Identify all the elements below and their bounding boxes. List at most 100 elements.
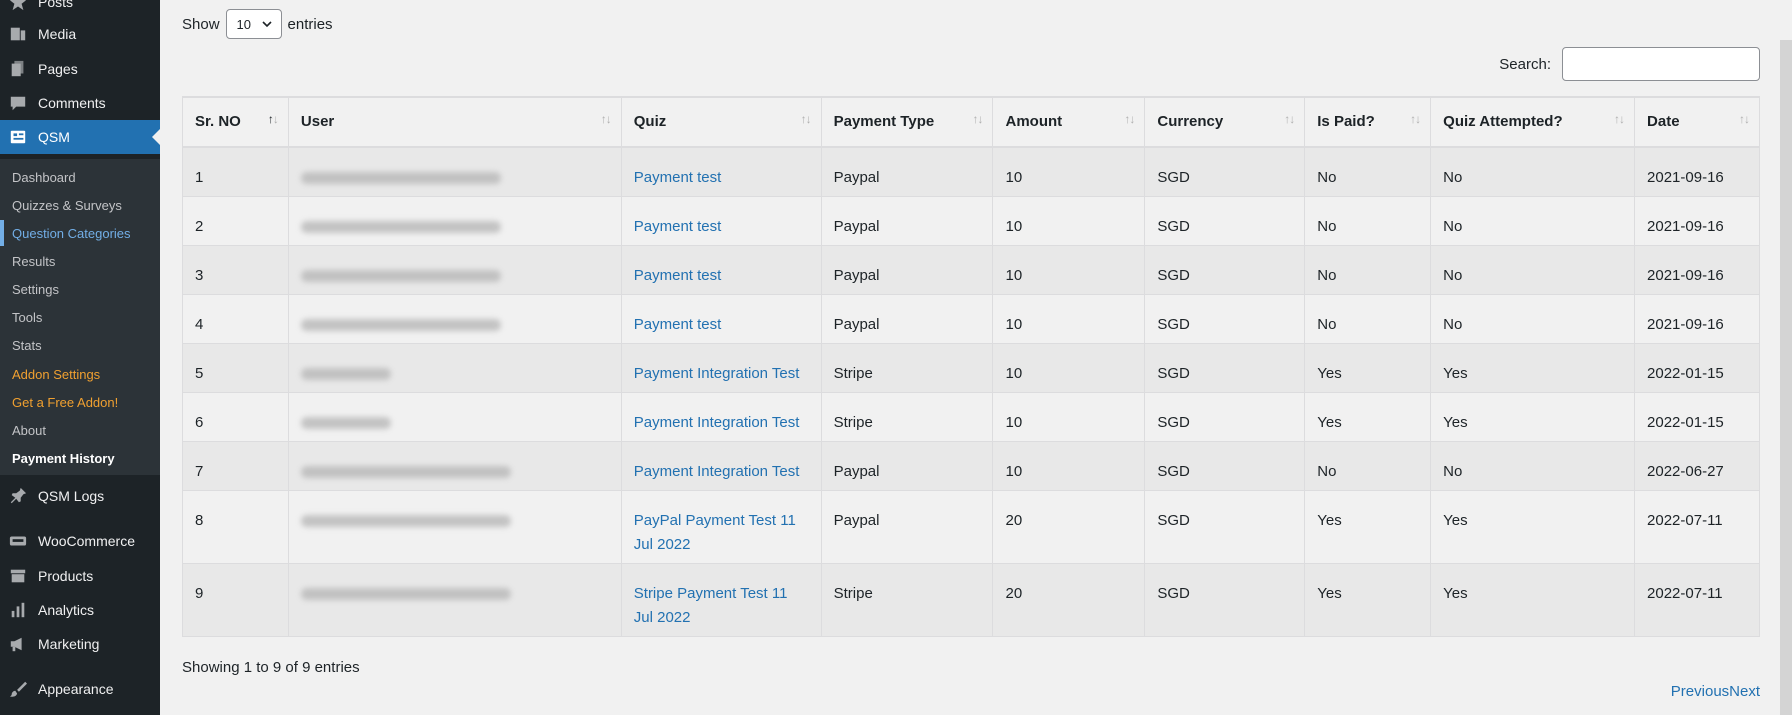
cell-payment-type: Paypal: [820, 489, 994, 564]
menu-marketing[interactable]: Marketing: [0, 632, 160, 656]
table-row: 8 PayPal Payment Test 11 Jul 2022 Paypal 20…: [182, 489, 1760, 564]
submenu-dashboard[interactable]: Dashboard: [0, 164, 160, 190]
cell-quiz-attempted: No: [1430, 146, 1636, 197]
menu-qsm-label: QSM: [38, 129, 70, 145]
quiz-link[interactable]: Payment Integration Test: [634, 414, 800, 431]
menu-qsm[interactable]: QSM: [0, 120, 160, 154]
menu-pages[interactable]: Pages: [0, 57, 160, 81]
redacted-user-email: [300, 220, 501, 233]
submenu-question-categories[interactable]: Question Categories: [0, 220, 160, 246]
menu-comments-label: Comments: [38, 95, 106, 111]
cell-is-paid: No: [1304, 244, 1432, 295]
cell-sr-no: 5: [182, 342, 289, 393]
quiz-link[interactable]: Payment test: [634, 316, 722, 333]
pin-icon: [8, 0, 28, 12]
submenu-free-addon[interactable]: Get a Free Addon!: [0, 389, 160, 415]
cell-is-paid: No: [1304, 195, 1432, 246]
cell-amount: 20: [992, 489, 1146, 564]
submenu-payment-history[interactable]: Payment History: [0, 445, 160, 471]
menu-media[interactable]: Media: [0, 22, 160, 46]
menu-analytics[interactable]: Analytics: [0, 598, 160, 622]
cell-sr-no: 2: [182, 195, 289, 246]
header-sr-no[interactable]: Sr. NO ↑↓: [182, 96, 289, 148]
media-icon: [8, 24, 28, 44]
submenu-results[interactable]: Results: [0, 248, 160, 274]
woocommerce-icon: [8, 531, 28, 551]
show-label: Show: [182, 15, 220, 33]
menu-posts[interactable]: Posts: [0, 0, 160, 12]
cell-is-paid: Yes: [1304, 489, 1432, 564]
header-currency[interactable]: Currency ↑↓: [1144, 96, 1306, 148]
menu-products[interactable]: Products: [0, 564, 160, 588]
cell-is-paid: No: [1304, 440, 1432, 491]
header-is-paid[interactable]: Is Paid? ↑↓: [1304, 96, 1432, 148]
table-row: 6 Payment Integration Test Stripe 10 SGD Yes Y…: [182, 391, 1760, 442]
submenu-addon-settings[interactable]: Addon Settings: [0, 361, 160, 387]
next-button[interactable]: Next: [1729, 683, 1760, 700]
submenu-quizzes-surveys[interactable]: Quizzes & Surveys: [0, 192, 160, 218]
table-row: 4 Payment test Paypal 10 SGD No No 2021-09-16: [182, 293, 1760, 344]
cell-quiz-attempted: Yes: [1430, 342, 1636, 393]
current-menu-arrow: [152, 129, 160, 145]
sort-icon: ↑↓: [1124, 112, 1135, 126]
entries-length-select[interactable]: 10: [225, 9, 282, 39]
cell-currency: SGD: [1144, 489, 1306, 564]
quiz-link[interactable]: PayPal Payment Test 11 Jul 2022: [634, 512, 796, 553]
quiz-link[interactable]: Stripe Payment Test 11 Jul 2022: [634, 585, 788, 626]
header-quiz[interactable]: Quiz ↑↓: [620, 96, 822, 148]
cell-sr-no: 9: [182, 562, 289, 637]
cell-quiz: Payment Integration Test: [620, 391, 822, 442]
cell-quiz: Payment test: [620, 293, 822, 344]
payment-history-table: Sr. NO ↑↓ User ↑↓ Quiz ↑↓ Payment Type ↑↓ Am…: [182, 96, 1760, 637]
bar-chart-icon: [8, 600, 28, 620]
redacted-user-email: [300, 318, 501, 331]
menu-appearance[interactable]: Appearance: [0, 677, 160, 701]
header-user[interactable]: User ↑↓: [287, 96, 622, 148]
header-amount[interactable]: Amount ↑↓: [992, 96, 1146, 148]
cell-date: 2021-09-16: [1634, 195, 1760, 246]
previous-button[interactable]: Previous: [1671, 683, 1729, 700]
entries-length-control: Show 10 entries: [182, 9, 333, 39]
cell-quiz: Payment test: [620, 195, 822, 246]
menu-woocommerce-label: WooCommerce: [38, 533, 135, 549]
submenu-tools[interactable]: Tools: [0, 304, 160, 330]
menu-comments[interactable]: Comments: [0, 91, 160, 115]
submenu-settings[interactable]: Settings: [0, 276, 160, 302]
quiz-link[interactable]: Payment test: [634, 169, 722, 186]
redacted-user-email: [300, 172, 501, 184]
cell-is-paid: No: [1304, 293, 1432, 344]
cell-sr-no: 7: [182, 440, 289, 491]
cell-payment-type: Stripe: [820, 562, 994, 637]
table-search: Search:: [1499, 47, 1760, 81]
cell-currency: SGD: [1144, 440, 1306, 491]
quiz-link[interactable]: Payment Integration Test: [634, 365, 800, 382]
header-quiz-attempted[interactable]: Quiz Attempted? ↑↓: [1430, 96, 1636, 148]
redacted-user-email: [300, 416, 391, 429]
cell-user: [287, 146, 622, 197]
search-input[interactable]: [1562, 47, 1760, 81]
table-row: 9 Stripe Payment Test 11 Jul 2022 Stripe 20…: [182, 562, 1760, 637]
page-scrollbar[interactable]: [1780, 40, 1792, 715]
cell-payment-type: Paypal: [820, 146, 994, 197]
cell-is-paid: Yes: [1304, 391, 1432, 442]
redacted-user-email: [300, 514, 511, 527]
quiz-link[interactable]: Payment Integration Test: [634, 463, 800, 480]
comment-icon: [8, 93, 28, 113]
entries-length-value: 10: [236, 16, 251, 32]
quiz-link[interactable]: Payment test: [634, 218, 722, 235]
cell-quiz-attempted: Yes: [1430, 562, 1636, 637]
redacted-user-email: [300, 367, 391, 380]
menu-qsm-logs[interactable]: QSM Logs: [0, 484, 160, 508]
cell-date: 2021-09-16: [1634, 293, 1760, 344]
menu-woocommerce[interactable]: WooCommerce: [0, 529, 160, 553]
submenu-stats[interactable]: Stats: [0, 332, 160, 358]
submenu-about[interactable]: About: [0, 417, 160, 443]
cell-currency: SGD: [1144, 562, 1306, 637]
header-payment-type[interactable]: Payment Type ↑↓: [820, 96, 994, 148]
header-date[interactable]: Date ↑↓: [1634, 96, 1760, 148]
cell-quiz: Payment test: [620, 146, 822, 197]
quiz-link[interactable]: Payment test: [634, 267, 722, 284]
redacted-user-email: [300, 587, 511, 600]
cell-currency: SGD: [1144, 146, 1306, 197]
cell-quiz: Payment Integration Test: [620, 440, 822, 491]
